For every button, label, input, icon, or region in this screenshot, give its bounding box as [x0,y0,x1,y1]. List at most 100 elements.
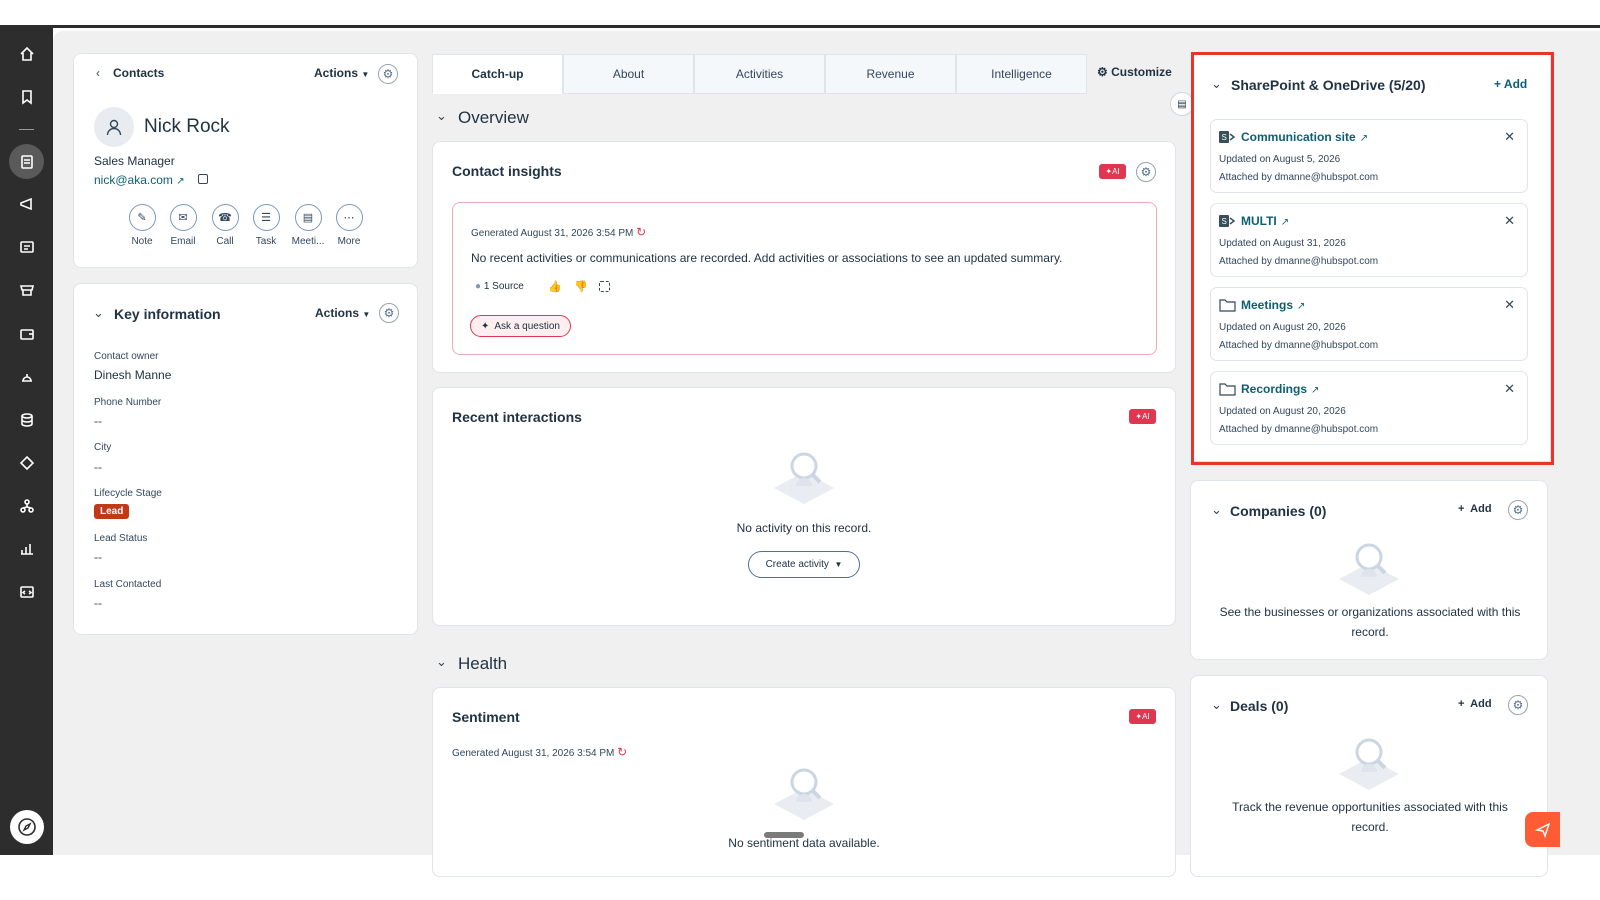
overview-chevron-icon[interactable]: ⌄ [436,108,447,124]
companies-title: Companies (0) [1230,503,1327,519]
lead-status-value[interactable]: -- [94,550,102,564]
chevron-down-icon[interactable]: ⌄ [93,305,104,321]
sidebar-toggle-icon[interactable]: ▤ [1170,92,1194,116]
tab-activities[interactable]: Activities [694,54,825,94]
marketing-icon[interactable] [17,194,37,214]
create-activity-button[interactable]: Create activity ▼ [748,551,860,578]
scrollbar-handle[interactable] [764,832,804,838]
health-chevron-icon[interactable]: ⌄ [436,654,447,670]
companies-add-button[interactable]: + Add [1458,503,1492,515]
city-value[interactable]: -- [94,460,102,474]
key-info-settings-icon[interactable]: ⚙ [379,303,399,323]
deals-settings-icon[interactable]: ⚙ [1508,695,1528,715]
database-icon[interactable] [17,410,37,430]
meeting-action[interactable]: ▤ Meeti... [292,204,324,247]
commerce-icon[interactable] [17,280,37,300]
wallet-icon[interactable] [17,324,37,344]
field-label: Phone Number [94,397,162,408]
attached-by: Attached by dmanne@hubspot.com [1219,424,1379,435]
send-feedback-button[interactable] [1525,812,1560,847]
note-action[interactable]: ✎ Note [127,204,157,247]
deals-title: Deals (0) [1230,698,1289,714]
workflow-icon[interactable] [17,496,37,516]
thumbs-down-icon[interactable]: 👎 [574,280,588,293]
chevron-down-icon[interactable]: ⌄ [1211,76,1222,92]
thumbs-up-icon[interactable]: 👍 [548,280,562,293]
tab-about[interactable]: About [563,54,694,94]
global-nav [0,28,53,855]
health-title: Health [458,654,508,673]
remove-icon[interactable]: ✕ [1504,213,1515,229]
sources-link[interactable]: ● 1 Source [475,281,524,292]
key-info-actions-button[interactable]: Actions ▼ [315,306,370,320]
remove-icon[interactable]: ✕ [1504,297,1515,313]
chevron-down-icon[interactable]: ⌄ [1211,697,1222,713]
deals-empty-text: Track the revenue opportunities associat… [1232,800,1508,834]
ask-question-button[interactable]: ✦ Ask a question [470,315,571,337]
reports-icon[interactable] [17,539,37,559]
developer-icon[interactable] [17,582,37,602]
phone-number-value[interactable]: -- [94,414,102,428]
empty-state-illustration-icon [774,452,834,504]
customize-button[interactable]: ⚙ Customize [1097,65,1172,79]
external-link-icon: ↗ [1359,133,1369,144]
list-item[interactable]: S Communication site ↗ Updated on August … [1210,119,1528,193]
tab-catch-up[interactable]: Catch-up [432,54,563,94]
contact-owner-value[interactable]: Dinesh Manne [94,368,171,382]
back-chevron-icon[interactable]: ‹ [96,66,100,80]
field-label: Contact owner [94,351,159,362]
call-icon: ☎ [211,204,239,231]
avatar [94,107,134,147]
home-icon[interactable] [17,44,37,64]
email-action[interactable]: ✉ Email [168,204,198,247]
field-label: Lifecycle Stage [94,488,162,499]
copy-icon[interactable] [599,281,610,292]
sharepoint-add-button[interactable]: + Add [1494,77,1527,91]
lifecycle-stage-badge[interactable]: Lead [94,504,130,519]
contact-actions-button[interactable]: Actions ▼ [314,66,369,80]
contacts-nav-icon[interactable] [9,144,44,179]
compass-icon[interactable] [10,810,44,844]
job-title: Sales Manager [94,154,175,168]
copy-icon[interactable] [198,174,208,184]
empty-state-illustration-icon [774,768,834,820]
contact-settings-icon[interactable]: ⚙ [378,64,398,84]
caret-down-icon: ▼ [834,560,843,569]
more-icon: ⋯ [335,204,363,231]
overview-title: Overview [458,108,529,127]
file-name: MULTI [1241,214,1277,228]
call-action[interactable]: ☎ Call [210,204,240,247]
more-action[interactable]: ⋯ More [334,204,364,247]
empty-state-illustration-icon [1339,738,1399,790]
key-info-title: Key information [114,306,221,322]
external-link-icon: ↗ [1280,217,1290,228]
tab-intelligence[interactable]: Intelligence [956,54,1087,94]
list-item[interactable]: Meetings ↗ Updated on August 20, 2026 Att… [1210,287,1528,361]
remove-icon[interactable]: ✕ [1504,129,1515,145]
companies-settings-icon[interactable]: ⚙ [1508,500,1528,520]
field-label: Lead Status [94,533,148,544]
ai-badge: ✦ AI [1099,164,1126,179]
bookmark-icon[interactable] [17,87,37,107]
last-contacted-value[interactable]: -- [94,596,102,610]
tab-revenue[interactable]: Revenue [825,54,956,94]
list-item[interactable]: S MULTI ↗ Updated on August 31, 2026 Atta… [1210,203,1528,277]
key-information-card: ⌄ Key information Actions ▼ ⚙ Contact ow… [73,283,418,635]
back-to-contacts-link[interactable]: Contacts [113,66,164,80]
external-link-icon: ↗ [1297,301,1306,312]
list-item[interactable]: Recordings ↗ Updated on August 20, 2026 A… [1210,371,1528,445]
chevron-down-icon[interactable]: ⌄ [1211,502,1222,518]
automation-icon[interactable] [17,453,37,473]
content-icon[interactable] [17,237,37,257]
task-action[interactable]: ☰ Task [251,204,281,247]
plus-icon: + [1458,503,1465,515]
email-link[interactable]: nick@aka.com ↗ [94,173,185,187]
field-label: Last Contacted [94,579,162,590]
field-label: City [94,442,112,453]
empty-state-illustration-icon [1339,543,1399,595]
sharepoint-title: SharePoint & OneDrive (5/20) [1231,77,1426,93]
remove-icon[interactable]: ✕ [1504,381,1515,397]
deals-add-button[interactable]: + Add [1458,698,1492,710]
service-icon[interactable] [17,367,37,387]
insights-settings-icon[interactable]: ⚙ [1136,162,1156,182]
